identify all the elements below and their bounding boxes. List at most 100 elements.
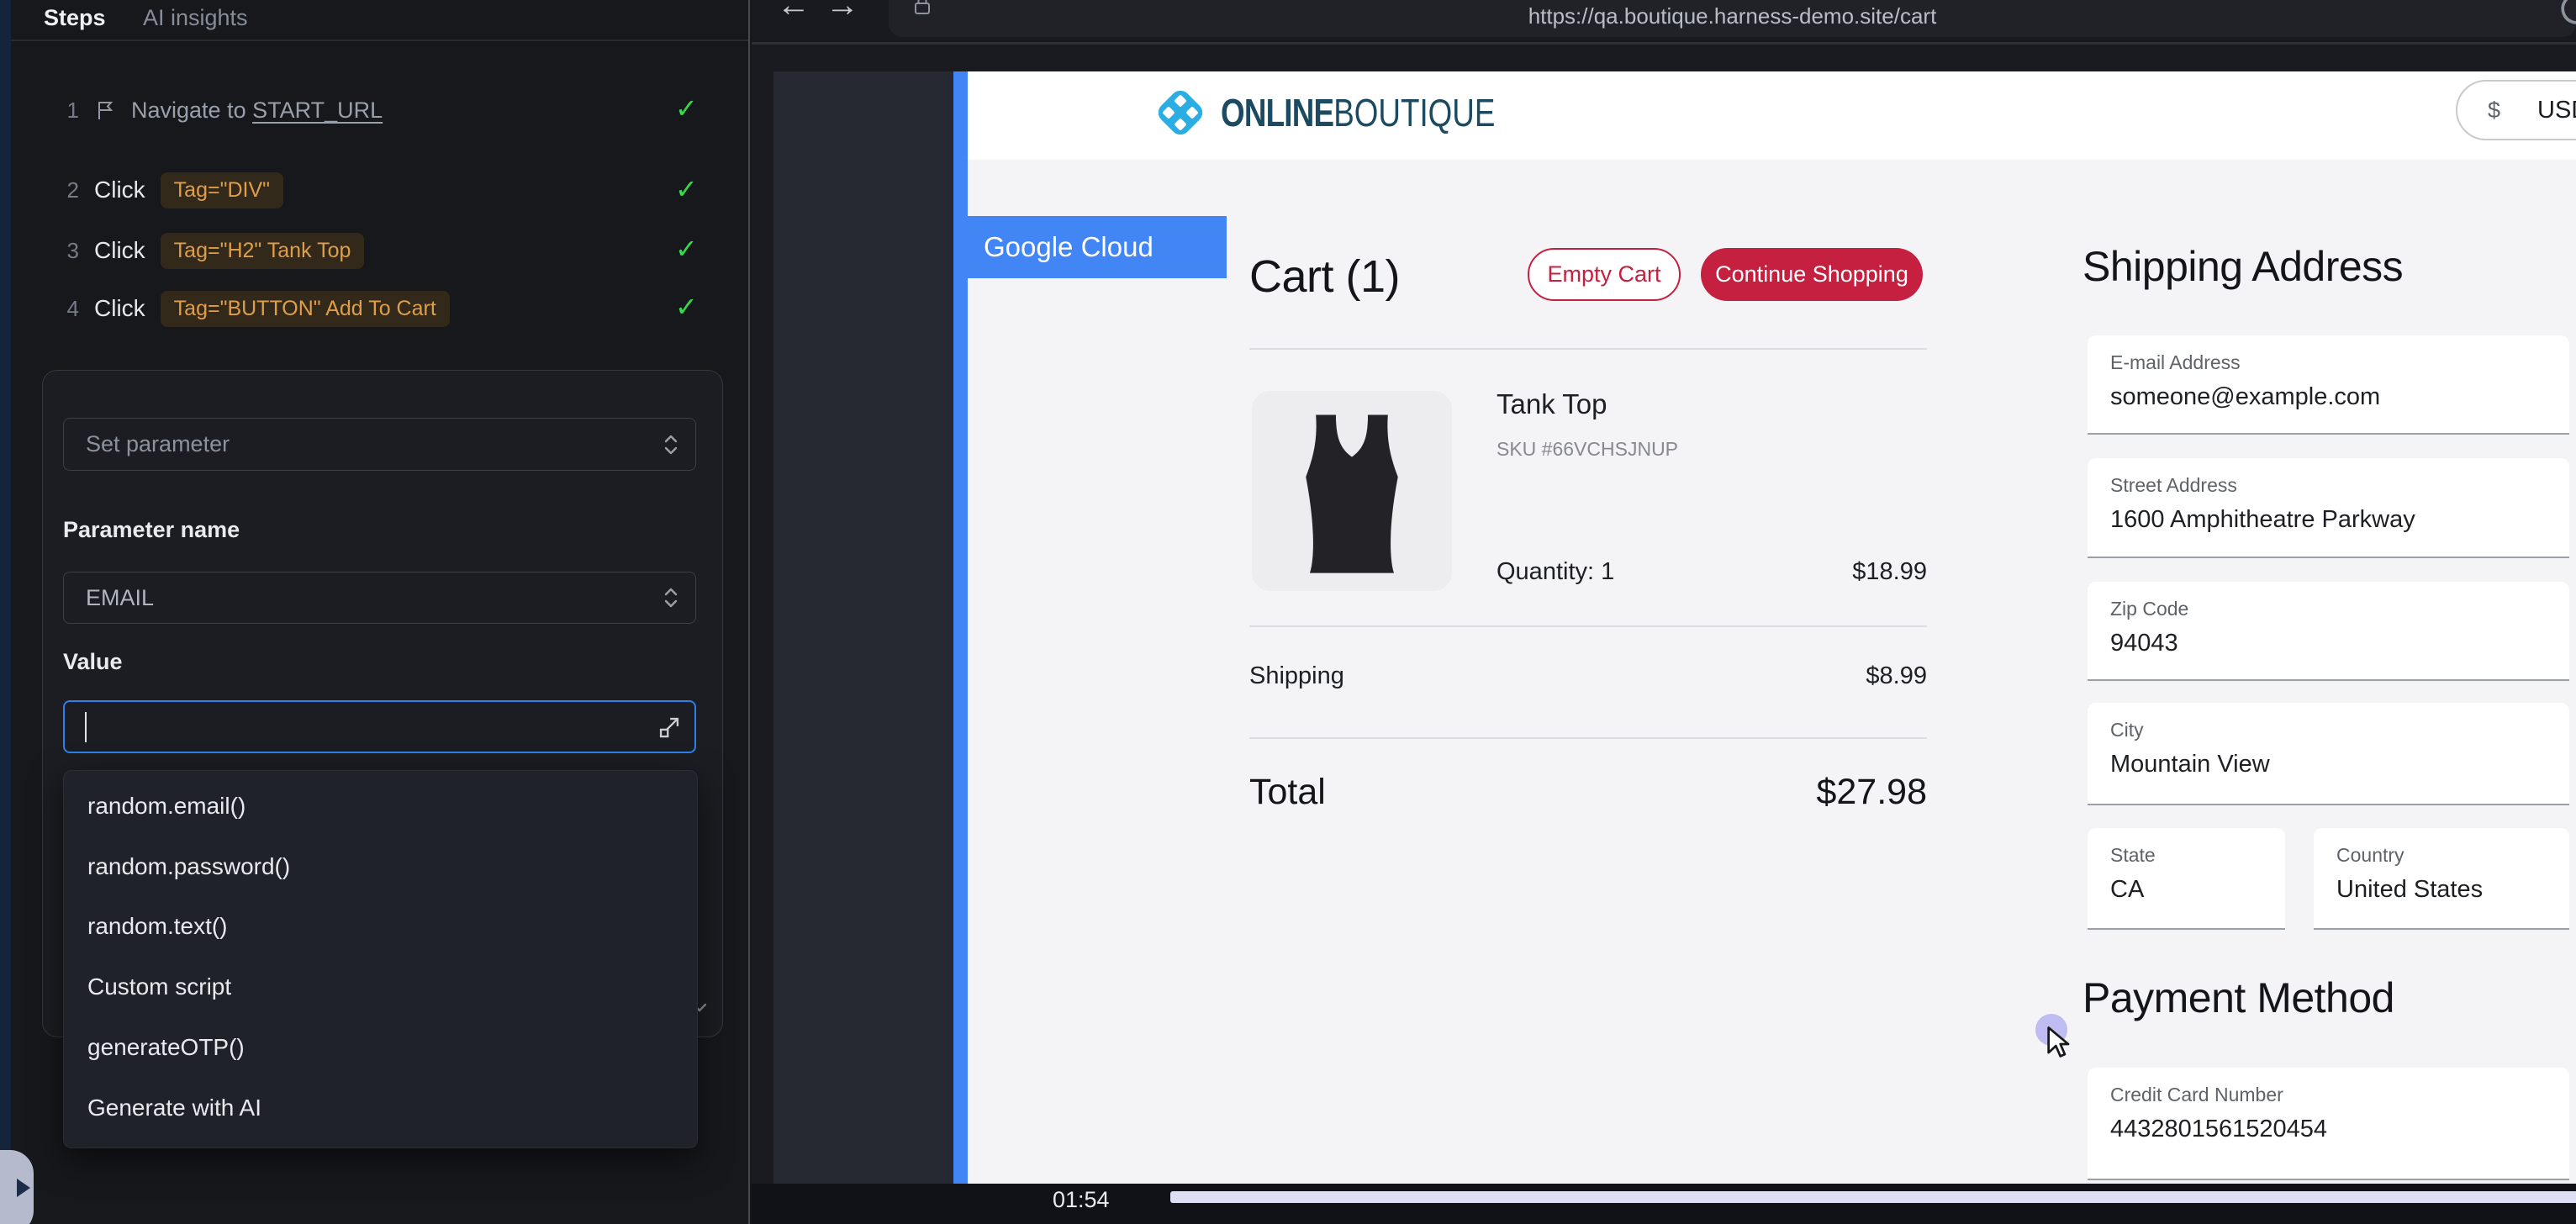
city-field-value: Mountain View [2110,751,2569,778]
step-number: 2 [59,177,79,203]
street-field-value: 1600 Amphitheatre Parkway [2110,506,2569,534]
logo-text-bold: ONLINE [1221,91,1333,135]
set-parameter-placeholder: Set parameter [86,431,662,457]
parameter-name-label: Parameter name [63,517,240,543]
tab-ai-insights[interactable]: AI insights [143,5,248,31]
country-field[interactable]: Country United States [2314,828,2569,930]
zip-code-field[interactable]: Zip Code 94043 [2088,582,2569,681]
sidebar-right-border [748,0,750,1224]
country-field-label: Country [2336,844,2569,867]
currency-selector[interactable]: $ USD [2456,80,2576,140]
expand-editor-icon[interactable] [657,715,681,739]
city-field[interactable]: City Mountain View [2088,703,2569,805]
dropdown-item-generate-with-ai[interactable]: Generate with AI [87,1089,673,1126]
forward-button[interactable]: → [826,0,859,24]
country-field-value: United States [2336,876,2569,904]
step-target-badge: Tag="BUTTON" Add To Cart [161,291,450,327]
dropdown-item-random-text[interactable]: random.text() [87,908,673,945]
step-4-check-icon: ✓ [675,291,698,323]
player-bar [752,1184,2576,1224]
player-progress-bar[interactable] [1170,1191,2576,1203]
url-text: https://qa.boutique.harness-demo.site/ca… [889,3,2576,29]
step-action: Click [94,177,145,203]
currency-symbol: $ [2488,98,2500,124]
dropdown-item-generate-otp[interactable]: generateOTP() [87,1029,673,1066]
back-button[interactable]: ← [777,0,810,24]
step-2-check-icon: ✓ [675,173,698,205]
tab-steps[interactable]: Steps [44,5,106,31]
text-caret [85,712,87,742]
step-number: 4 [59,296,79,322]
shipping-label: Shipping [1249,662,1344,690]
state-field-label: State [2110,844,2285,867]
value-suggestions-dropdown: random.email() random.password() random.… [63,770,698,1148]
street-field-label: Street Address [2110,474,2569,497]
empty-cart-button[interactable]: Empty Cart [1528,248,1681,301]
app-root: Steps AI insights 1 Navigate to START_UR… [0,0,2576,1224]
step-number: 1 [59,98,79,124]
value-label: Value [63,649,123,675]
product-name: Tank Top [1497,388,1607,420]
state-field-value: CA [2110,876,2285,904]
step-row-3[interactable]: 3 Click Tag="H2" Tank Top [59,232,681,269]
site-logo-text: ONLINEBOUTIQUE [1221,86,1495,140]
shipping-price: $8.99 [1766,662,1927,690]
shipping-address-title: Shipping Address [2082,242,2403,291]
divider [1249,348,1927,350]
step-row-2[interactable]: 2 Click Tag="DIV" [59,171,681,208]
continue-shopping-button[interactable]: Continue Shopping [1701,248,1923,301]
site-logo[interactable]: ONLINEBOUTIQUE [1153,86,1564,140]
email-field-label: E-mail Address [2110,351,2569,374]
step-number: 3 [59,238,79,264]
total-label: Total [1249,772,1326,813]
google-cloud-banner: Google Cloud [953,216,1227,278]
street-address-field[interactable]: Street Address 1600 Amphitheatre Parkway [2088,458,2569,558]
dropdown-item-random-email[interactable]: random.email() [87,788,673,825]
step-action: Click [94,295,145,322]
step-row-1[interactable]: 1 Navigate to START_URL [59,92,681,128]
credit-card-label: Credit Card Number [2110,1084,2569,1106]
dropdown-item-random-password[interactable]: random.password() [87,848,673,885]
currency-code: USD [2537,97,2576,124]
email-field-value: someone@example.com [2110,383,2569,411]
step-row-4[interactable]: 4 Click Tag="BUTTON" Add To Cart [59,290,681,327]
payment-method-title: Payment Method [2082,973,2394,1022]
email-field[interactable]: E-mail Address someone@example.com [2088,335,2569,435]
left-accent-strip [0,0,11,1224]
play-icon [17,1179,30,1197]
dropdown-item-custom-script[interactable]: Custom script [87,968,673,1005]
chevron-up-down-icon [662,585,680,610]
start-url-link[interactable]: START_URL [252,98,383,123]
credit-card-field[interactable]: Credit Card Number 4432801561520454 [2088,1068,2569,1180]
step-target-badge: Tag="H2" Tank Top [161,233,365,269]
chevron-up-down-icon [662,432,680,457]
sidebar-tabs-divider [11,40,748,41]
divider [1249,737,1927,739]
sidebar-collapse-handle[interactable] [0,1150,34,1224]
mouse-cursor-icon [2045,1026,2073,1061]
empty-cart-label: Empty Cart [1547,261,1660,288]
state-field[interactable]: State CA [2088,828,2285,930]
value-input[interactable] [63,700,696,753]
step-action: Click [94,237,145,264]
zip-field-label: Zip Code [2110,598,2569,620]
city-field-label: City [2110,719,2569,741]
browser-chrome: ← → https://qa.boutique.harness-demo.sit… [752,0,2576,45]
online-boutique-logo-icon [1153,86,1207,140]
google-cloud-banner-label: Google Cloud [984,216,1153,278]
flag-icon [94,99,116,121]
step-label: Navigate to START_URL [131,98,383,124]
set-parameter-select[interactable]: Set parameter [63,418,696,471]
continue-shopping-label: Continue Shopping [1715,261,1908,288]
credit-card-value: 4432801561520454 [2110,1116,2569,1143]
cart-title: Cart (1) [1249,251,1400,303]
parameter-name-select[interactable]: EMAIL [63,572,696,624]
reload-icon[interactable] [2556,0,2576,27]
parameter-name-value: EMAIL [86,585,662,611]
zip-field-value: 94043 [2110,630,2569,657]
step-target-badge: Tag="DIV" [161,172,283,208]
url-bar[interactable]: https://qa.boutique.harness-demo.site/ca… [889,0,2576,37]
step-3-check-icon: ✓ [675,233,698,265]
tank-top-photo [1252,391,1452,591]
total-price: $27.98 [1681,772,1927,813]
